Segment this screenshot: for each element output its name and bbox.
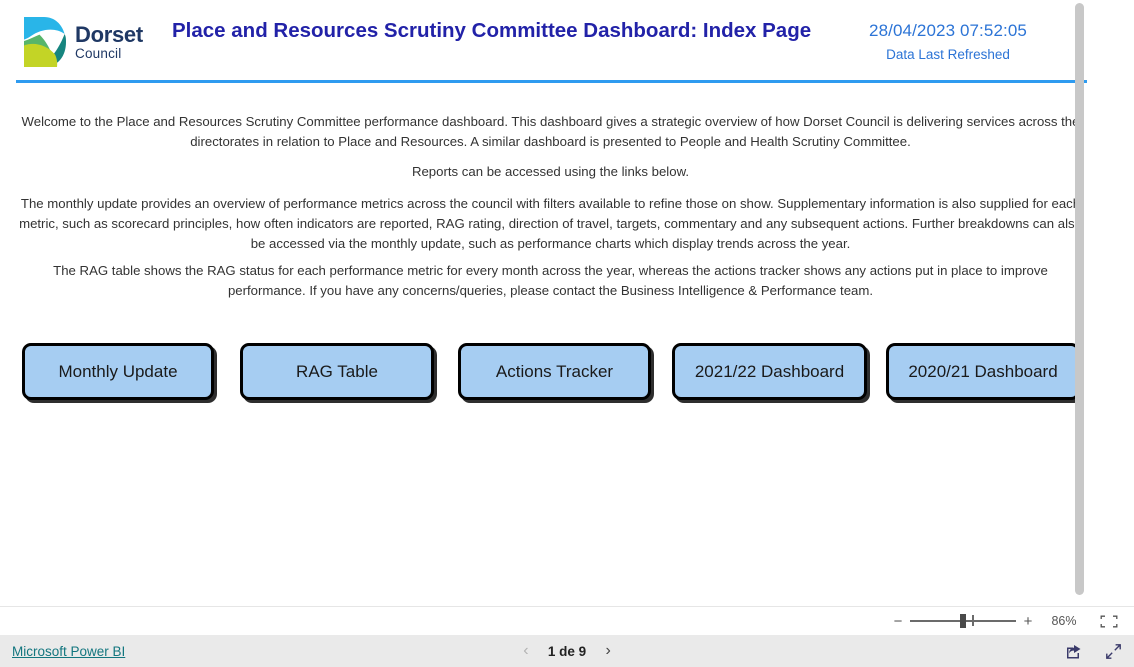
- data-refresh-block: 28/04/2023 07:52:05 Data Last Refreshed: [808, 20, 1088, 62]
- header-divider: [16, 80, 1087, 83]
- refresh-timestamp: 28/04/2023 07:52:05: [869, 21, 1027, 40]
- page-indicator: 1 de 9: [547, 643, 587, 659]
- logo-subtitle: Council: [75, 45, 122, 61]
- next-page-icon[interactable]: ›: [600, 642, 616, 660]
- share-icon[interactable]: [1062, 640, 1084, 662]
- status-bar: Microsoft Power BI ‹ 1 de 9 ›: [0, 635, 1134, 667]
- zoom-slider[interactable]: [910, 612, 1016, 630]
- previous-page-icon[interactable]: ‹: [518, 642, 534, 660]
- zoom-in-button[interactable]: +: [1018, 613, 1038, 630]
- fit-to-page-icon[interactable]: [1096, 611, 1122, 631]
- refresh-caption: Data Last Refreshed: [886, 46, 1010, 62]
- dashboard-2020-21-button[interactable]: 2020/21 Dashboard: [886, 343, 1080, 400]
- zoom-slider-handle[interactable]: [960, 614, 966, 628]
- zoom-toolbar: − + 86%: [0, 606, 1134, 635]
- dorset-council-logo: Dorset Council: [22, 13, 152, 71]
- zoom-slider-tick: [972, 615, 974, 626]
- dorset-logo-icon: [22, 15, 68, 69]
- logo-name: Dorset: [75, 21, 143, 47]
- rag-table-paragraph: The RAG table shows the RAG status for e…: [53, 263, 1048, 299]
- monthly-update-paragraph: The monthly update provides an overview …: [19, 196, 1082, 252]
- page-title: Place and Resources Scrutiny Committee D…: [172, 19, 812, 42]
- zoom-out-button[interactable]: −: [888, 613, 908, 630]
- rag-table-button[interactable]: RAG Table: [240, 343, 434, 400]
- links-note-paragraph: Reports can be accessed using the links …: [411, 164, 690, 179]
- page-navigation: ‹ 1 de 9 ›: [0, 642, 1134, 660]
- fullscreen-icon[interactable]: [1102, 640, 1124, 662]
- dorset-logo-wordmark: Dorset Council: [75, 21, 143, 61]
- report-canvas: Dorset Council Place and Resources Scrut…: [0, 0, 1100, 606]
- zoom-level-value: 86%: [1051, 614, 1077, 628]
- actions-tracker-button[interactable]: Actions Tracker: [458, 343, 651, 400]
- status-bar-icons: [1062, 640, 1124, 662]
- vertical-scrollbar[interactable]: [1066, 0, 1094, 606]
- monthly-update-button[interactable]: Monthly Update: [22, 343, 214, 400]
- navigation-button-row: Monthly Update RAG Table Actions Tracker…: [0, 343, 1100, 405]
- dashboard-2021-22-button[interactable]: 2021/22 Dashboard: [672, 343, 867, 400]
- intro-paragraph: Welcome to the Place and Resources Scrut…: [21, 114, 1080, 150]
- vertical-scrollbar-thumb[interactable]: [1075, 3, 1084, 595]
- report-header: Dorset Council Place and Resources Scrut…: [0, 0, 1100, 83]
